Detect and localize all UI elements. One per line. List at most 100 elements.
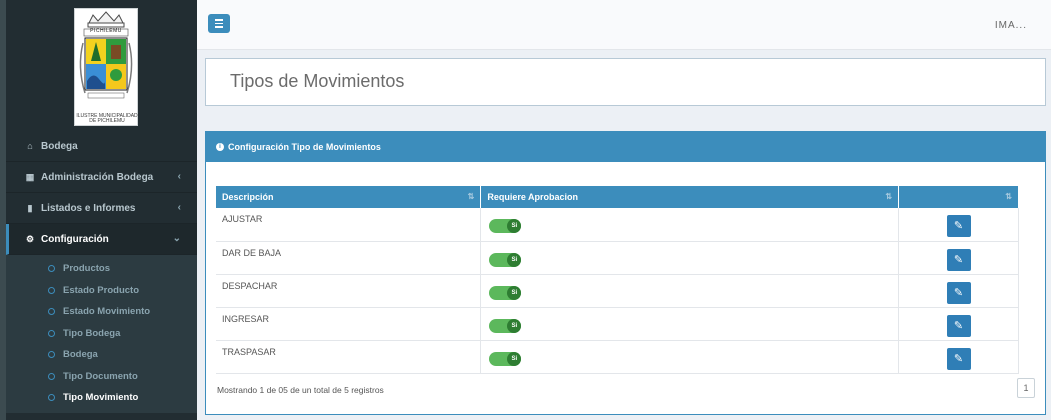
approval-toggle[interactable]: Si bbox=[489, 351, 522, 366]
approval-toggle[interactable]: Si bbox=[489, 285, 522, 300]
chevron-left-icon: ‹ bbox=[177, 202, 181, 213]
pencil-icon: ✎ bbox=[953, 352, 964, 365]
panel-header: i Configuración Tipo de Movimientos bbox=[206, 132, 1045, 162]
submenu-item-label: Tipo Documento bbox=[63, 370, 138, 382]
cell-descripcion: DAR DE BAJA bbox=[216, 241, 482, 275]
hamburger-icon bbox=[215, 26, 223, 28]
table-row: INGRESAR Si ✎ bbox=[216, 307, 1019, 341]
config-panel: i Configuración Tipo de Movimientos Desc… bbox=[205, 131, 1046, 415]
home-icon: ⌂ bbox=[27, 141, 33, 151]
cell-actions: ✎ bbox=[898, 274, 1019, 308]
circle-icon bbox=[48, 394, 55, 402]
top-navbar: IMA... bbox=[197, 0, 1051, 50]
pagination-page-1[interactable]: 1 bbox=[1017, 378, 1035, 398]
sort-icon: ⇅ bbox=[1005, 192, 1012, 201]
circle-icon bbox=[48, 286, 55, 294]
municipal-logo[interactable]: PICHILEMU ILUSTRE MUNICIPALIDAD DE PICHI… bbox=[74, 8, 138, 132]
sidebar-item-administracion-bodega[interactable]: ▦ Administración Bodega ‹ bbox=[6, 162, 197, 193]
sidebar-item-bodega[interactable]: ⌂ Bodega bbox=[6, 131, 197, 162]
submenu-item-productos[interactable]: Productos bbox=[6, 258, 197, 280]
pencil-icon: ✎ bbox=[953, 253, 964, 266]
sidebar-menu: ⌂ Bodega ▦ Administración Bodega ‹ ▮ Lis… bbox=[6, 131, 197, 413]
column-header-actions[interactable]: ⇅ bbox=[898, 186, 1019, 208]
column-header-requiere-aprobacion[interactable]: Requiere Aprobacion ⇅ bbox=[480, 186, 900, 208]
coat-of-arms-icon bbox=[79, 11, 133, 99]
cell-descripcion: DESPACHAR bbox=[216, 274, 482, 308]
toggle-knob: Si bbox=[507, 285, 522, 300]
hamburger-icon bbox=[215, 19, 223, 21]
table-icon: ▦ bbox=[25, 171, 35, 182]
pencil-icon: ✎ bbox=[953, 286, 964, 299]
sort-icon: ⇅ bbox=[467, 192, 475, 201]
submenu-item-tipo-bodega[interactable]: Tipo Bodega bbox=[6, 323, 197, 345]
chevron-down-icon: ⌄ bbox=[172, 233, 181, 244]
circle-icon bbox=[48, 308, 55, 316]
toggle-knob: Si bbox=[507, 318, 522, 333]
circle-icon bbox=[48, 351, 55, 359]
configuracion-submenu: Productos Estado Producto Estado Movimie… bbox=[6, 255, 197, 413]
pencil-icon: ✎ bbox=[953, 319, 964, 332]
circle-icon bbox=[48, 265, 55, 273]
submenu-item-label: Productos bbox=[63, 263, 110, 275]
logo-caption: ILUSTRE MUNICIPALIDAD DE PICHILEMU bbox=[75, 114, 139, 124]
page-header: Tipos de Movimientos bbox=[205, 58, 1046, 106]
table-row: TRASPASAR Si ✎ bbox=[216, 340, 1019, 374]
submenu-item-label: Estado Movimiento bbox=[63, 306, 151, 318]
submenu-item-label: Tipo Bodega bbox=[63, 327, 121, 339]
panel-title: Configuración Tipo de Movimientos bbox=[228, 142, 381, 152]
sidebar-item-listados-informes[interactable]: ▮ Listados e Informes ‹ bbox=[6, 193, 197, 224]
movement-types-table: Descripción ⇅ Requiere Aprobacion ⇅ ⇅ AJ… bbox=[216, 186, 1019, 374]
approval-toggle[interactable]: Si bbox=[489, 318, 522, 333]
submenu-item-label: Tipo Movimiento bbox=[63, 392, 139, 404]
table-header-row: Descripción ⇅ Requiere Aprobacion ⇅ ⇅ bbox=[216, 186, 1019, 208]
submenu-item-bodega[interactable]: Bodega bbox=[6, 344, 197, 366]
edit-button[interactable]: ✎ bbox=[946, 248, 971, 271]
circle-icon bbox=[48, 372, 55, 380]
edit-button[interactable]: ✎ bbox=[946, 281, 971, 304]
cell-actions: ✎ bbox=[898, 241, 1019, 275]
edit-button[interactable]: ✎ bbox=[946, 347, 971, 370]
column-header-descripcion[interactable]: Descripción ⇅ bbox=[216, 186, 482, 208]
chevron-left-icon: ‹ bbox=[177, 171, 181, 182]
sidebar-item-label: Listados e Informes bbox=[41, 202, 136, 214]
approval-toggle[interactable]: Si bbox=[489, 252, 522, 267]
hamburger-icon bbox=[215, 22, 223, 25]
info-circle-icon: i bbox=[216, 143, 224, 151]
edit-button[interactable]: ✎ bbox=[946, 215, 971, 238]
user-menu[interactable]: IMA... bbox=[995, 20, 1027, 31]
submenu-item-estado-movimiento[interactable]: Estado Movimiento bbox=[6, 301, 197, 323]
cell-requiere-aprobacion: Si bbox=[480, 241, 900, 275]
logo-town-name: PICHILEMU bbox=[90, 28, 122, 34]
cell-actions: ✎ bbox=[898, 307, 1019, 341]
approval-toggle[interactable]: Si bbox=[489, 219, 522, 234]
sidebar-item-label: Administración Bodega bbox=[41, 171, 154, 183]
cell-requiere-aprobacion: Si bbox=[480, 208, 900, 242]
pencil-icon: ✎ bbox=[953, 220, 964, 233]
circle-icon bbox=[48, 329, 55, 337]
cell-requiere-aprobacion: Si bbox=[480, 307, 900, 341]
sidebar-toggle-button[interactable] bbox=[208, 14, 230, 33]
table-row: DESPACHAR Si ✎ bbox=[216, 274, 1019, 308]
sort-icon: ⇅ bbox=[885, 192, 893, 201]
cell-requiere-aprobacion: Si bbox=[480, 340, 900, 374]
toggle-knob: Si bbox=[507, 252, 522, 267]
cell-requiere-aprobacion: Si bbox=[480, 274, 900, 308]
sidebar: PICHILEMU ILUSTRE MUNICIPALIDAD DE PICHI… bbox=[0, 0, 197, 420]
table-row: DAR DE BAJA Si ✎ bbox=[216, 241, 1019, 275]
toggle-knob: Si bbox=[507, 219, 522, 234]
logo-frame: PICHILEMU ILUSTRE MUNICIPALIDAD DE PICHI… bbox=[74, 8, 138, 126]
cell-actions: ✎ bbox=[898, 340, 1019, 374]
submenu-item-tipo-documento[interactable]: Tipo Documento bbox=[6, 366, 197, 388]
gears-icon: ⚙ bbox=[25, 233, 35, 244]
submenu-item-estado-producto[interactable]: Estado Producto bbox=[6, 280, 197, 302]
sidebar-item-configuracion[interactable]: ⚙ Configuración ⌄ bbox=[6, 224, 197, 255]
logo-caption-line2: DE PICHILEMU bbox=[89, 118, 125, 124]
sidebar-item-label: Configuración bbox=[41, 233, 109, 245]
cell-actions: ✎ bbox=[898, 208, 1019, 242]
toggle-knob: Si bbox=[507, 351, 522, 366]
table-info: Mostrando 1 de 05 de un total de 5 regis… bbox=[217, 385, 384, 395]
submenu-item-tipo-movimiento[interactable]: Tipo Movimiento bbox=[6, 387, 197, 409]
edit-button[interactable]: ✎ bbox=[946, 314, 971, 337]
file-icon: ▮ bbox=[27, 202, 33, 213]
sidebar-item-label: Bodega bbox=[41, 140, 78, 152]
